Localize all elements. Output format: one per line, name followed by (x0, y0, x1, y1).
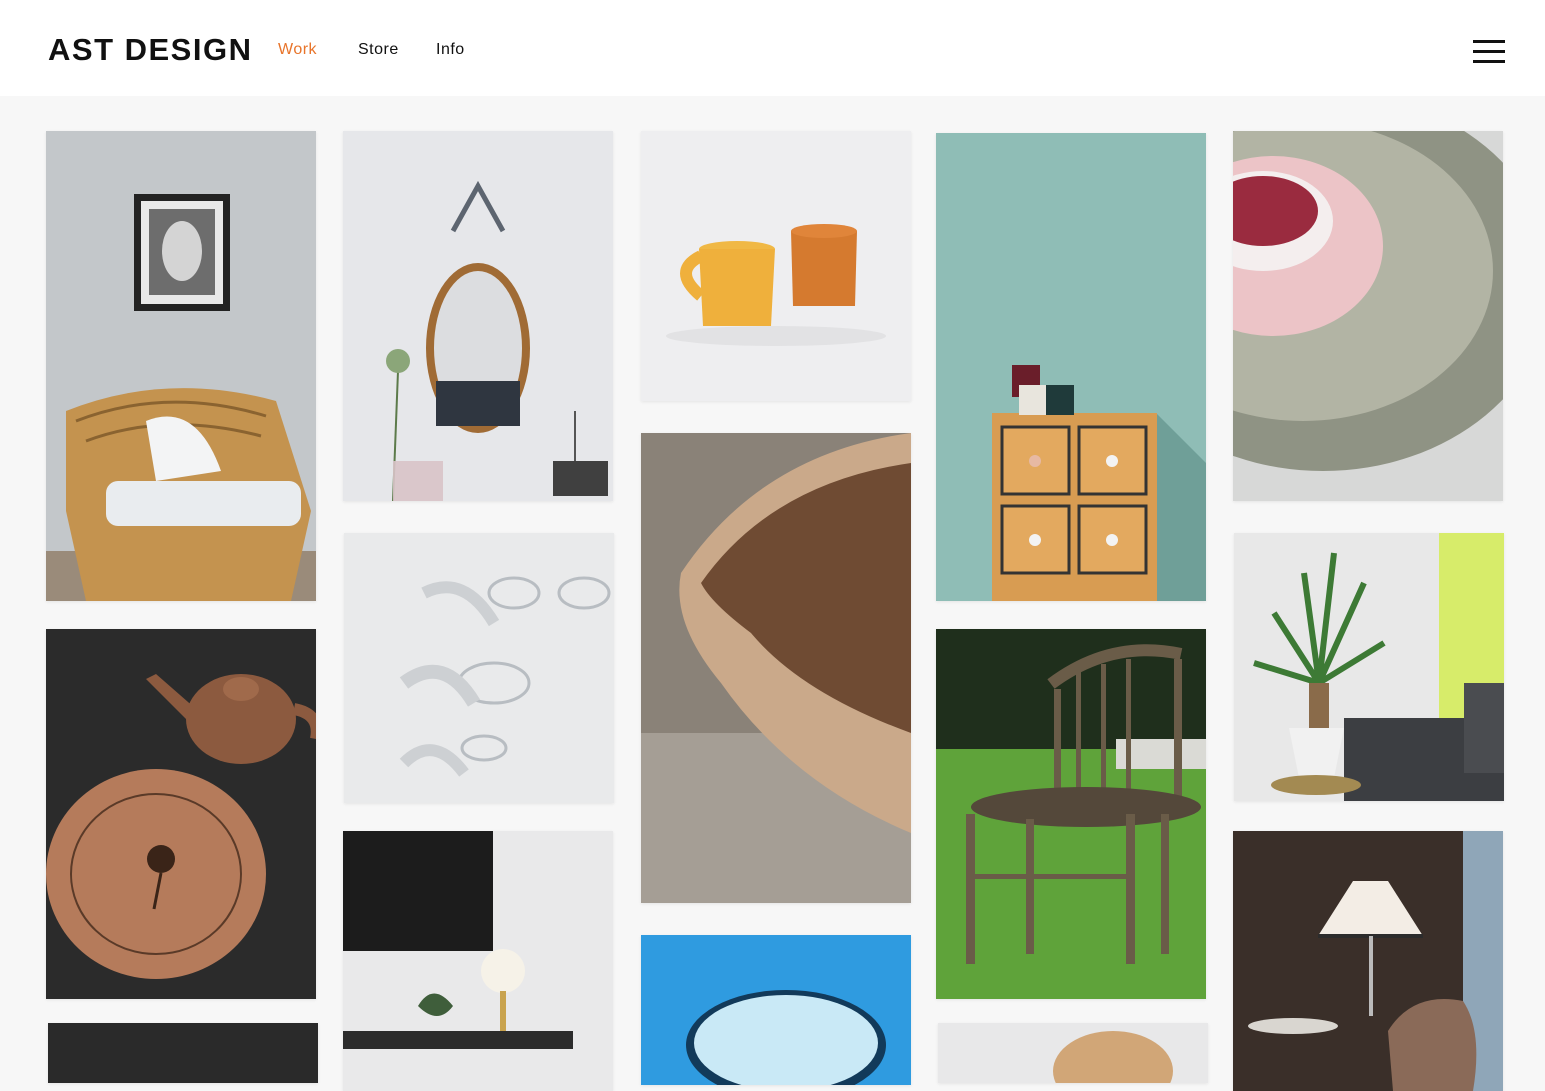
glassware-shadows-image (344, 533, 614, 803)
gallery-tile-desk-lamp-with-tv[interactable] (343, 831, 613, 1091)
nav-work[interactable]: Work (278, 41, 317, 59)
gallery-tile-wooden-stool-partial[interactable] (938, 1023, 1208, 1083)
menu-line (1473, 60, 1505, 63)
wooden-chair-on-grass-image (936, 629, 1206, 999)
blue-plate-image (641, 935, 911, 1085)
wooden-drawer-cabinet-image (936, 133, 1206, 601)
site-header: AST DESIGN Work Store Info (0, 0, 1545, 96)
gallery-tile-blue-plate[interactable] (641, 935, 911, 1085)
rattan-armchair-image (46, 131, 316, 601)
gallery-tile-wooden-chair-on-grass[interactable] (936, 629, 1206, 999)
pink-ceramic-bowls-image (1233, 131, 1503, 501)
lampshade-and-armchair-image (1233, 831, 1503, 1091)
gallery-tile-lampshade-and-armchair[interactable] (1233, 831, 1503, 1091)
potted-palm-and-sofa-image (1234, 533, 1504, 801)
nav-store[interactable]: Store (358, 41, 399, 59)
gallery-tile-potted-palm-and-sofa[interactable] (1234, 533, 1504, 801)
gallery-tile-glassware-shadows[interactable] (344, 533, 614, 803)
ceramic-cups-image (641, 131, 911, 401)
gallery-tile-wooden-drawer-cabinet[interactable] (936, 133, 1206, 601)
gallery-tile-pink-ceramic-bowls[interactable] (1233, 131, 1503, 501)
oval-mirror-image (343, 131, 613, 501)
wooden-stool-image (938, 1023, 1208, 1083)
gallery-tile-wooden-bowl-closeup[interactable] (641, 433, 911, 903)
clay-teapot-and-plate-image (46, 629, 316, 999)
wooden-bowl-closeup-image (641, 433, 911, 903)
gallery-tile-clay-teapot-and-plate[interactable] (46, 629, 316, 999)
menu-line (1473, 50, 1505, 53)
dark-photo-image (48, 1023, 318, 1083)
desk-lamp-with-tv-image (343, 831, 613, 1091)
gallery-tile-dark-photo-partial[interactable] (48, 1023, 318, 1083)
nav-info[interactable]: Info (436, 41, 465, 59)
menu-line (1473, 40, 1505, 43)
gallery-tile-oval-mirror[interactable] (343, 131, 613, 501)
site-logo[interactable]: AST DESIGN (48, 32, 252, 68)
gallery-tile-ceramic-cups[interactable] (641, 131, 911, 401)
gallery-tile-rattan-armchair[interactable] (46, 131, 316, 601)
hamburger-menu-icon[interactable] (1473, 40, 1505, 64)
